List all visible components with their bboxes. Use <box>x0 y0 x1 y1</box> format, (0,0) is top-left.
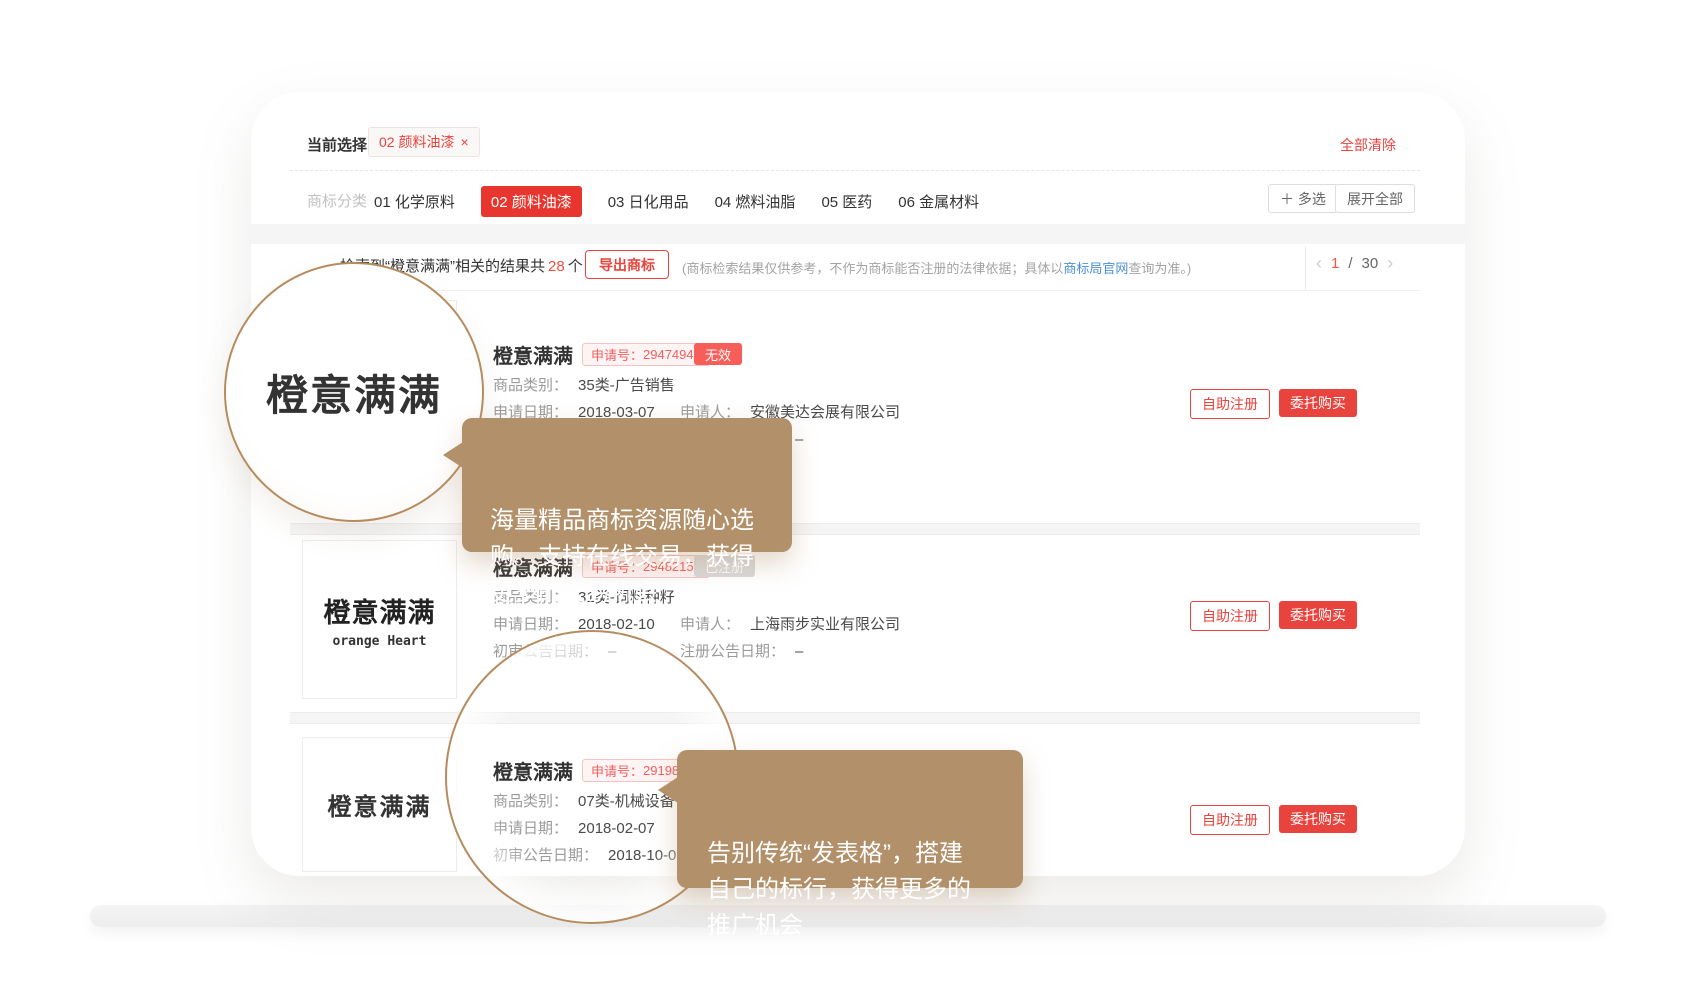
field-label: 商品类别： <box>493 377 568 394</box>
result-row: 橙意满满 申请号：29482153 已注册 商品类别：31类-饲料种籽 申请日期… <box>290 529 1420 679</box>
field-value: – <box>795 431 803 448</box>
disclaimer: (商标检索结果仅供参考，不作为商标能否注册的法律依据；具体以商标局官网查询为准。… <box>682 258 1191 277</box>
promo-tooltip: 告别传统“发表格”，搭建 自己的标行，获得更多的 推广机会 <box>677 750 1023 888</box>
selected-filter-chip[interactable]: 02 颜料油漆 × <box>368 127 480 157</box>
selected-filter-chip-label: 02 颜料油漆 <box>379 132 454 152</box>
trademark-office-link[interactable]: 商标局官网 <box>1063 261 1128 276</box>
tooltip-arrow-icon <box>443 442 463 468</box>
category-tab-05[interactable]: 05 医药 <box>821 191 872 212</box>
self-register-button[interactable]: 自助注册 <box>1190 389 1270 419</box>
field-label: 申请人： <box>680 616 740 633</box>
current-page: 1 <box>1331 255 1339 272</box>
category-label: 商标分类 <box>307 190 367 211</box>
entrust-buy-button[interactable]: 委托购买 <box>1279 601 1357 629</box>
tooltip-arrow-icon <box>658 777 678 803</box>
results-count: 28 <box>548 258 565 275</box>
magnifier-circle: 橙意满满 <box>224 262 484 522</box>
field-value: – <box>795 643 803 660</box>
total-pages: 30 <box>1362 255 1379 272</box>
clear-all-button[interactable]: 全部清除 <box>1340 135 1396 155</box>
pagination: ‹ 1 / 30 › <box>1316 254 1393 272</box>
prev-page-icon[interactable]: ‹ <box>1316 254 1322 272</box>
disclaimer-text-after: 查询为准。) <box>1128 261 1191 276</box>
laptop-base <box>90 905 1606 927</box>
status-badge: 无效 <box>694 343 742 365</box>
entrust-buy-button[interactable]: 委托购买 <box>1279 389 1357 417</box>
export-trademarks-button[interactable]: 导出商标 <box>585 250 669 279</box>
category-tabs: 01 化学原料 02 颜料油漆 03 日化用品 04 燃料油脂 05 医药 06… <box>374 186 979 217</box>
trademark-search-page: 当前选择 02 颜料油漆 × 全部清除 商标分类 01 化学原料 02 颜料油漆… <box>0 0 1696 1002</box>
field-label: 注册公告日期： <box>680 643 785 660</box>
self-register-button[interactable]: 自助注册 <box>1190 601 1270 631</box>
divider <box>1305 246 1306 290</box>
field-value: 上海雨步实业有限公司 <box>750 616 900 633</box>
application-number-tag: 申请号：29474941 <box>582 343 710 366</box>
category-tab-06[interactable]: 06 金属材料 <box>898 191 979 212</box>
next-page-icon[interactable]: › <box>1387 254 1393 272</box>
multi-select-button[interactable]: ＋ 多选 <box>1268 184 1338 213</box>
application-number-label: 申请号： <box>591 345 643 364</box>
application-number: 29474941 <box>643 347 701 362</box>
entrust-buy-button[interactable]: 委托购买 <box>1279 805 1357 833</box>
chip-close-icon[interactable]: × <box>460 135 468 149</box>
divider <box>290 170 1420 171</box>
disclaimer-text-before: (商标检索结果仅供参考，不作为商标能否注册的法律依据；具体以 <box>682 261 1063 276</box>
field-value: 35类-广告销售 <box>578 377 675 394</box>
results-summary-suffix: 个 <box>568 258 583 275</box>
self-register-button[interactable]: 自助注册 <box>1190 805 1270 835</box>
section-divider-band <box>251 224 1465 244</box>
trademark-name: 橙意满满 <box>493 340 573 369</box>
promo-tooltip: 海量精品商标资源随心选 购。支持在线交易，获得 更多的交易机会 <box>462 418 792 552</box>
category-tab-03[interactable]: 03 日化用品 <box>608 191 689 212</box>
category-tab-04[interactable]: 04 燃料油脂 <box>715 191 796 212</box>
current-selection-label: 当前选择 <box>307 134 367 155</box>
category-tab-01[interactable]: 01 化学原料 <box>374 191 455 212</box>
expand-all-button[interactable]: 展开全部 <box>1335 184 1415 213</box>
divider <box>290 290 1420 291</box>
category-tab-02-active[interactable]: 02 颜料油漆 <box>481 186 582 217</box>
page-separator: / <box>1348 255 1352 272</box>
field-label: 申请日期： <box>493 616 568 633</box>
magnified-trademark-text: 橙意满满 <box>266 362 442 423</box>
